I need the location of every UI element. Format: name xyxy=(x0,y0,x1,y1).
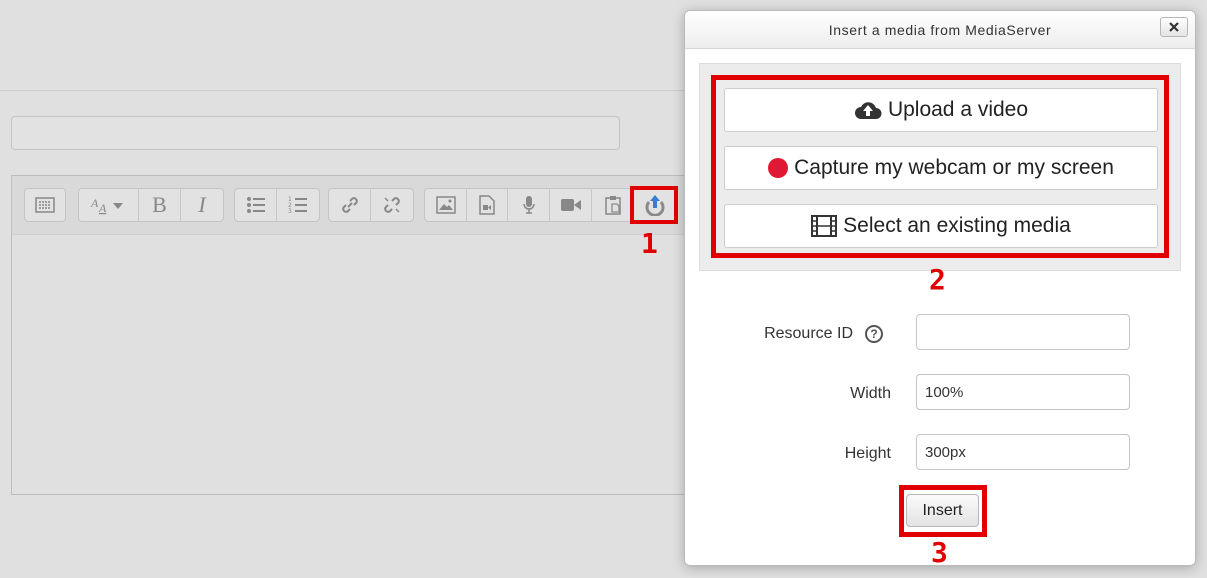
rich-text-editor: A A B I 1 2 3 xyxy=(11,175,711,495)
italic-icon: I xyxy=(198,192,206,217)
step-2-highlight xyxy=(711,75,1169,258)
resource-id-label: Resource ID xyxy=(764,325,853,342)
toolbar-group-links xyxy=(328,188,414,222)
paste-icon xyxy=(604,196,621,215)
dialog-header: Insert a media from MediaServer xyxy=(685,11,1195,49)
bold-button[interactable]: B xyxy=(139,189,181,221)
height-label: Height xyxy=(844,445,891,462)
unlink-button[interactable] xyxy=(371,189,413,221)
close-icon xyxy=(1169,22,1179,32)
page-divider xyxy=(0,90,690,91)
record-audio-button[interactable] xyxy=(508,189,550,221)
editor-toolbar: A A B I 1 2 3 xyxy=(12,176,710,235)
microphone-icon xyxy=(522,196,535,214)
unlink-icon xyxy=(384,197,400,213)
unordered-list-icon xyxy=(246,197,265,213)
step-1-highlight xyxy=(630,186,678,224)
toolbar-group-collapse xyxy=(24,188,66,222)
resource-id-input[interactable] xyxy=(916,314,1130,350)
height-input[interactable] xyxy=(916,434,1130,470)
width-label: Width xyxy=(850,385,891,402)
media-file-button[interactable] xyxy=(467,189,508,221)
step-2-number: 2 xyxy=(929,263,946,296)
italic-button[interactable]: I xyxy=(181,189,223,221)
title-input[interactable] xyxy=(11,116,620,150)
link-button[interactable] xyxy=(329,189,371,221)
video-camera-icon xyxy=(560,199,581,211)
width-input[interactable] xyxy=(916,374,1130,410)
svg-text:3: 3 xyxy=(288,208,292,214)
ordered-list-button[interactable]: 1 2 3 xyxy=(277,189,319,221)
font-style-dropdown-icon: A A xyxy=(90,196,123,215)
dialog-title: Insert a media from MediaServer xyxy=(828,22,1052,38)
paste-button[interactable] xyxy=(592,189,634,221)
media-file-icon xyxy=(479,195,495,215)
image-button[interactable] xyxy=(425,189,467,221)
image-icon xyxy=(435,196,456,214)
font-style-button[interactable]: A A xyxy=(79,189,139,221)
unordered-list-button[interactable] xyxy=(235,189,277,221)
close-button[interactable] xyxy=(1160,17,1188,37)
bold-icon: B xyxy=(152,192,167,217)
collapse-icon xyxy=(35,197,55,213)
link-icon xyxy=(341,197,358,213)
toolbar-group-lists: 1 2 3 xyxy=(234,188,320,222)
help-icon[interactable]: ? xyxy=(865,325,883,343)
step-3-number: 3 xyxy=(931,536,948,569)
ordered-list-icon: 1 2 3 xyxy=(288,196,307,214)
svg-text:A: A xyxy=(98,201,107,215)
step-1-number: 1 xyxy=(641,227,658,260)
record-video-button[interactable] xyxy=(550,189,592,221)
toolbar-group-text: A A B I xyxy=(78,188,224,222)
step-3-highlight xyxy=(899,485,987,537)
svg-text:A: A xyxy=(90,196,99,210)
collapse-toolbar-button[interactable] xyxy=(25,189,65,221)
